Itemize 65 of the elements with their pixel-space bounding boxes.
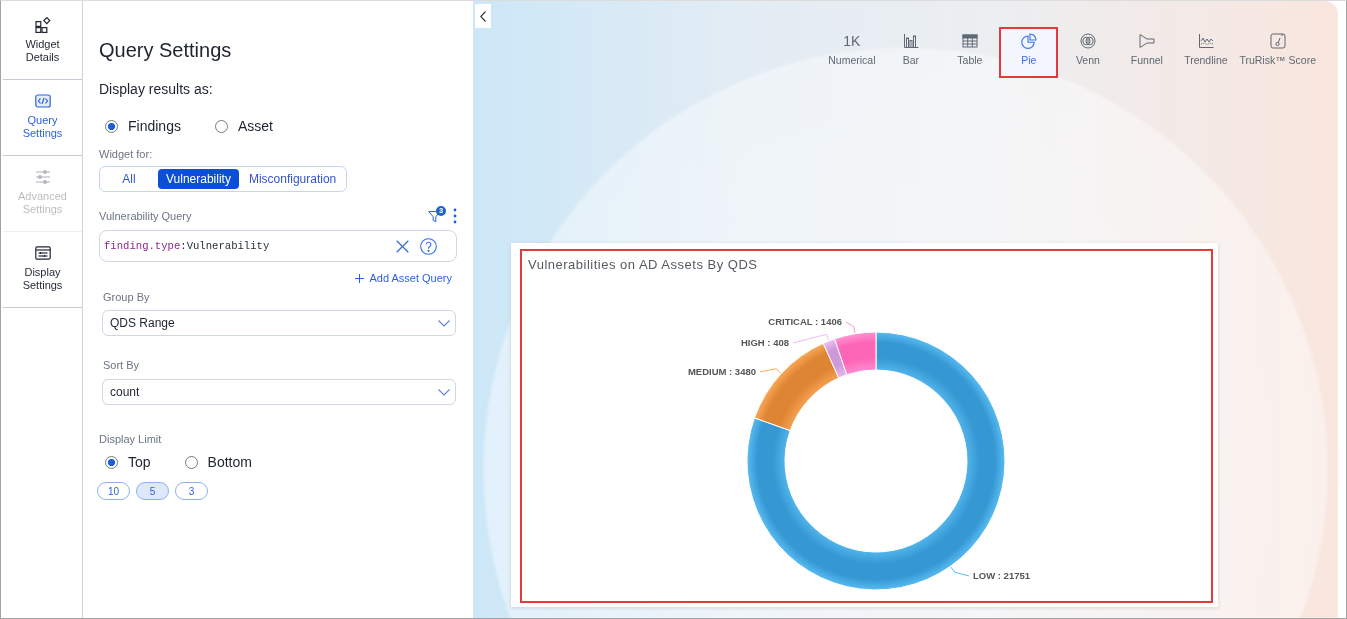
radio-label: Asset: [237, 117, 273, 135]
slice-label: LOW : 21751: [973, 570, 1031, 581]
chart-type-button[interactable]: Bar: [881, 27, 941, 78]
venn-diagram-icon: [1079, 33, 1096, 49]
dropdown[interactable]: QDS Range: [102, 310, 456, 336]
radio-button[interactable]: [184, 455, 198, 469]
field-label: Vulnerability Query: [99, 209, 192, 223]
line-chart-icon: [1197, 33, 1214, 49]
sidebar-item[interactable]: Query Settings: [3, 80, 82, 156]
leader-line: [792, 333, 829, 344]
filter-icon[interactable]: [428, 209, 441, 223]
help-icon[interactable]: [420, 237, 437, 255]
more-options-icon[interactable]: [453, 208, 457, 224]
radio-button[interactable]: [105, 455, 118, 469]
add-asset-query-link[interactable]: Add Asset Query: [355, 271, 452, 285]
limit-chip[interactable]: 5: [136, 482, 169, 500]
funnel-icon: [1138, 33, 1155, 49]
slice-label: HIGH : 408: [740, 337, 789, 348]
code-icon: [34, 93, 51, 109]
chart-title: Vulnerabilities on AD Assets By QDS: [528, 257, 758, 273]
collapse-button[interactable]: [475, 4, 491, 28]
radio-label: Bottom: [207, 453, 252, 471]
shapes-icon: [34, 17, 51, 33]
field-label: Display Limit: [99, 433, 162, 445]
sidebar-item[interactable]: Display Settings: [3, 232, 82, 308]
chart-type-button[interactable]: TruRisk™ Score: [1235, 27, 1320, 78]
segment-tab[interactable]: All: [102, 169, 156, 189]
sliders-icon: [34, 169, 51, 185]
limit-chip[interactable]: 10: [97, 482, 130, 500]
field-label: Sort By: [103, 359, 140, 371]
chevron-down-icon: [438, 319, 450, 327]
chart-type-button[interactable]: Venn: [1058, 27, 1118, 78]
leader-line: [950, 566, 970, 577]
chevron-down-icon: [438, 388, 450, 396]
close-icon[interactable]: [396, 239, 409, 253]
bar-chart-icon: [902, 33, 919, 49]
segment-tab[interactable]: Vulnerability: [158, 169, 239, 189]
field-label: Group By: [103, 291, 150, 303]
radio-button[interactable]: [105, 119, 118, 133]
chart-type-button[interactable]: Trendline: [1176, 27, 1236, 78]
table-icon: [961, 33, 978, 49]
leader-line: [759, 368, 781, 374]
segment-tab[interactable]: Misconfiguration: [240, 169, 345, 189]
chevron-left-icon: [480, 10, 486, 22]
sidebar-item[interactable]: Widget Details: [3, 4, 82, 80]
dropdown[interactable]: count: [102, 379, 456, 405]
panel-title: Query Settings: [99, 38, 232, 62]
query-field[interactable]: finding.type:Vulnerability: [99, 230, 457, 262]
leader-line: [845, 321, 856, 334]
chart-type-button[interactable]: Pie: [999, 27, 1059, 78]
field-label: Widget for:: [99, 148, 153, 160]
radio-button[interactable]: [214, 119, 228, 133]
section-heading: Display results as:: [99, 81, 213, 97]
chart-type-button[interactable]: Table: [940, 27, 1000, 78]
radio-label: Findings: [128, 117, 181, 135]
slice-label: CRITICAL : 1406: [768, 316, 842, 327]
window-list-icon: [34, 245, 51, 261]
limit-chip[interactable]: 3: [175, 482, 208, 500]
radio-label: Top: [128, 453, 151, 471]
pie-chart-icon: [1020, 33, 1037, 49]
chart-type-button[interactable]: 1K Numerical: [822, 27, 882, 78]
plus-icon: [355, 273, 365, 283]
chart-type-button[interactable]: Funnel: [1117, 27, 1177, 78]
gauge-icon: [1269, 33, 1286, 49]
slice-label: MEDIUM : 3480: [687, 366, 756, 377]
